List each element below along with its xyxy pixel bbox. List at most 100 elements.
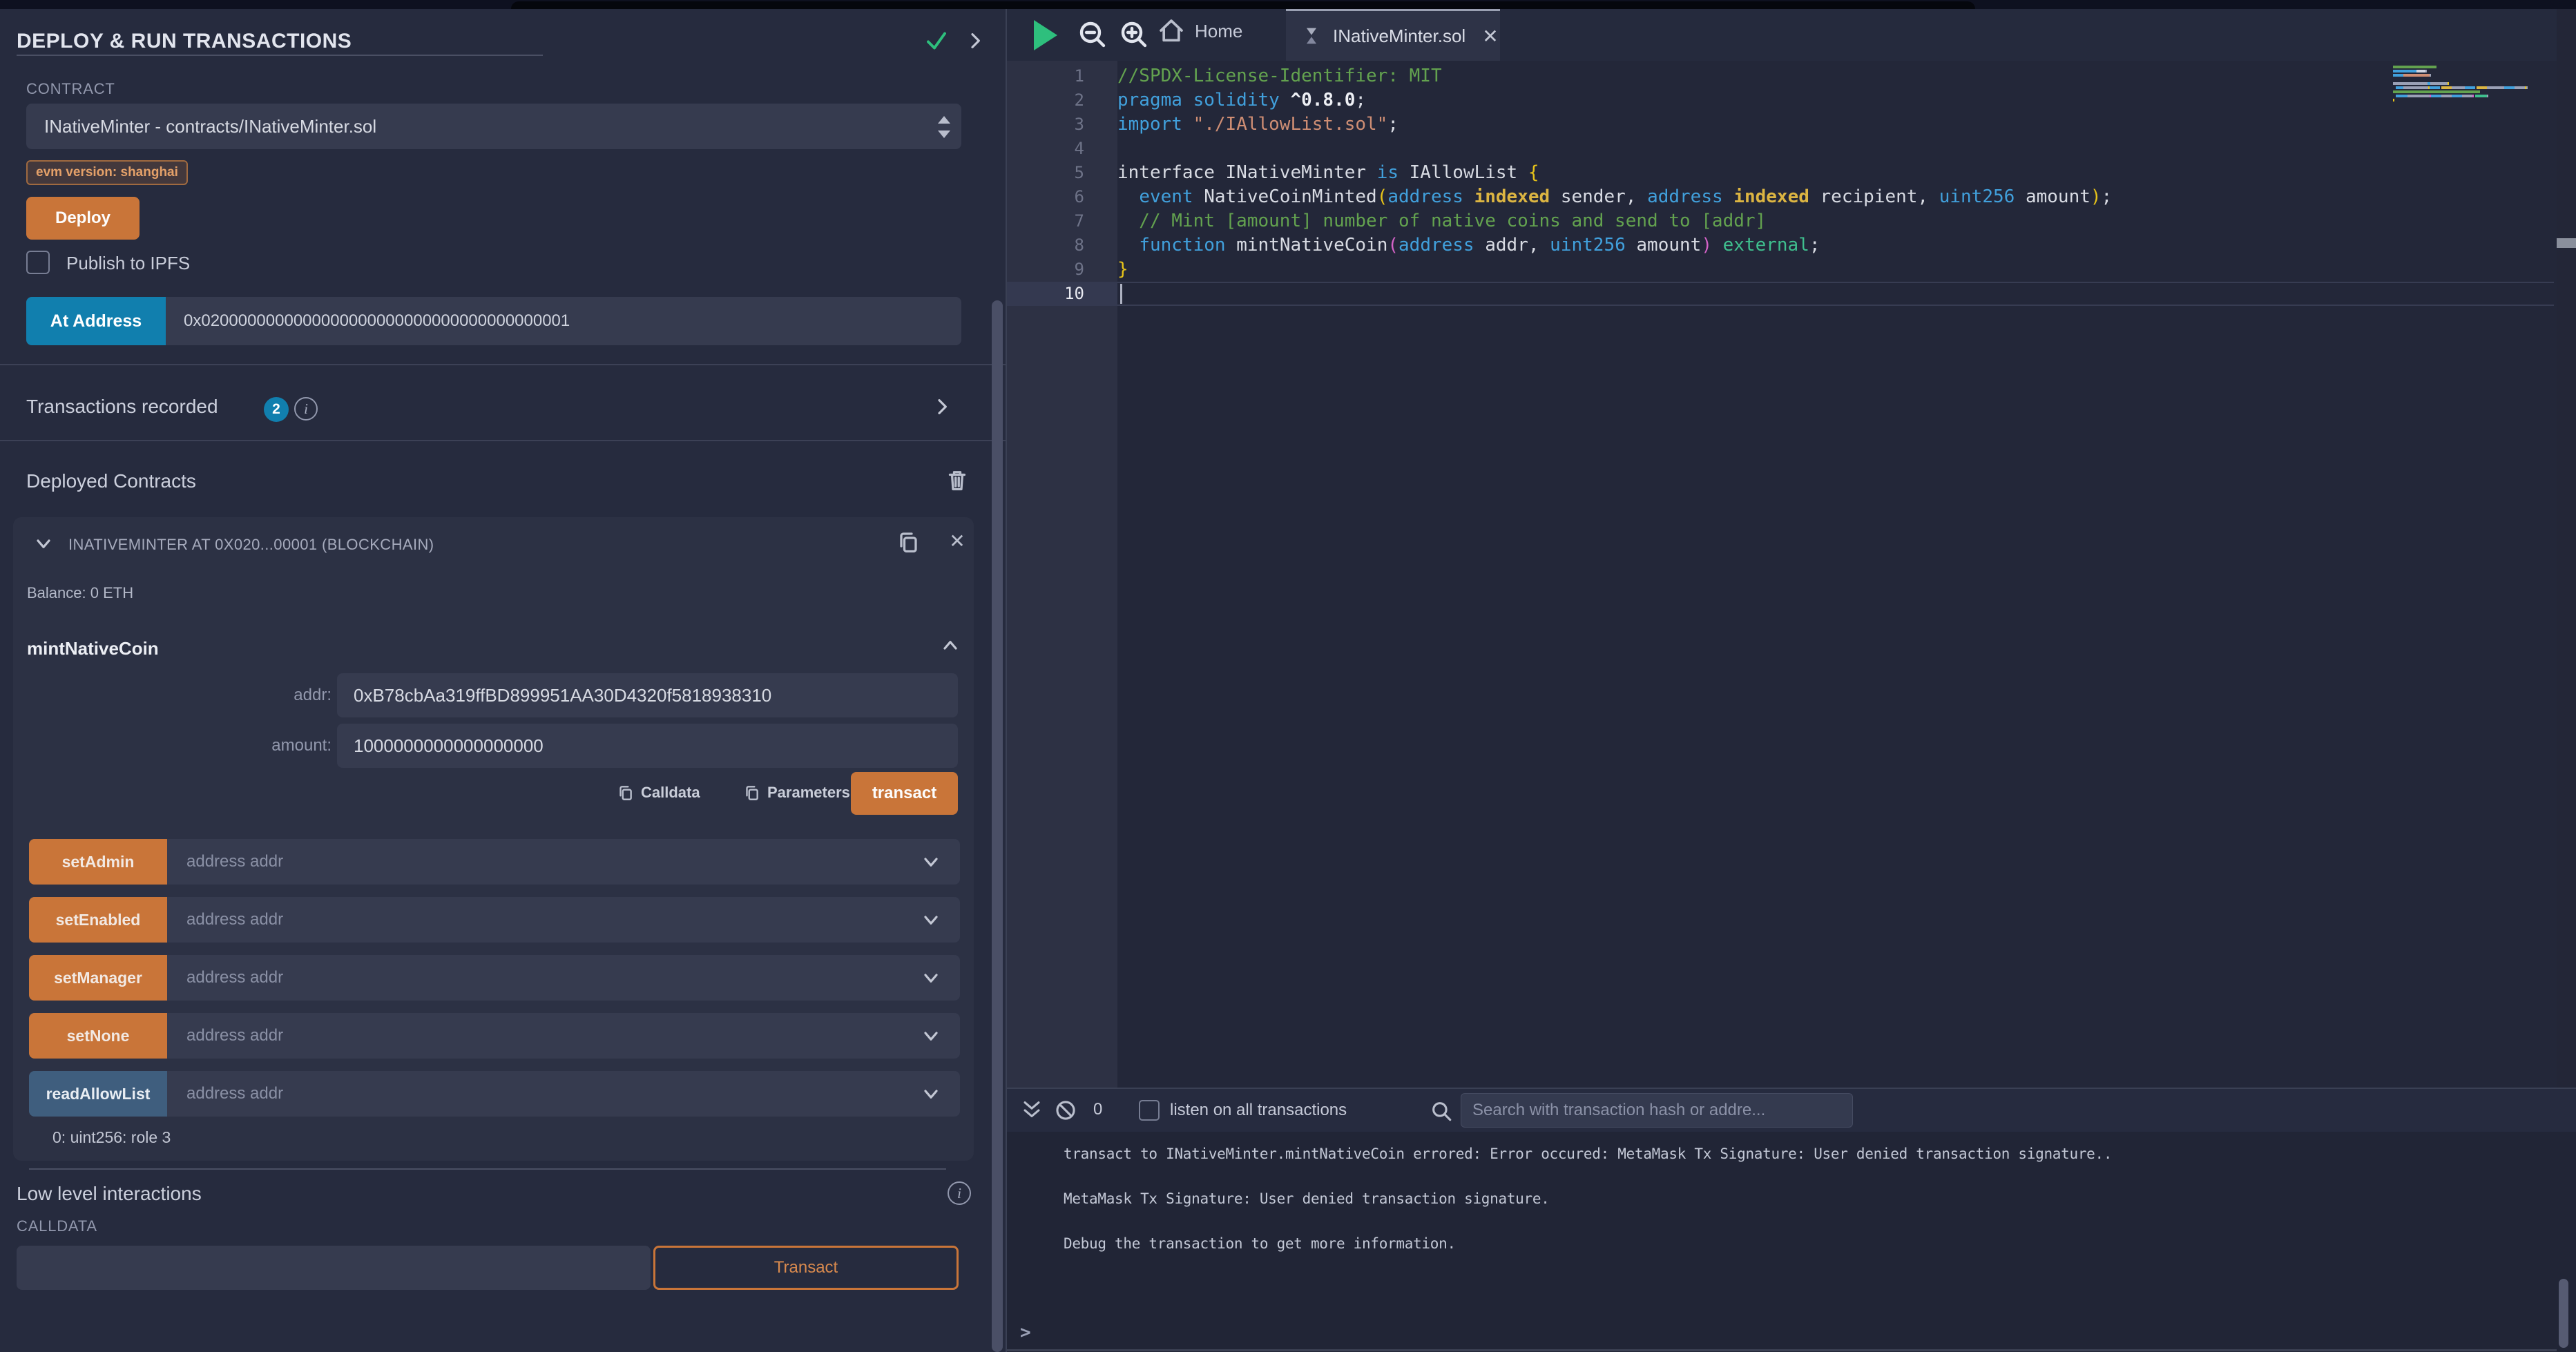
calldata-input[interactable] [17,1246,651,1290]
calldata-label: CALLDATA [17,1217,97,1235]
function-row: setNoneaddress addr [29,1013,960,1059]
code-line: } [1117,258,2393,282]
line-number: 1 [1007,64,1117,88]
at-address-button[interactable]: At Address [26,297,166,345]
window-top-strip [0,0,2576,9]
contract-label: CONTRACT [26,80,115,98]
info-icon[interactable]: i [294,397,318,421]
divider [0,364,1006,365]
at-address-input[interactable]: 0x02000000000000000000000000000000000000… [166,297,961,345]
chevron-down-icon[interactable] [32,532,55,554]
panel-pin-chevron-right-icon[interactable] [964,30,986,52]
function-arg-input[interactable]: address addr [167,1026,920,1045]
transact-button[interactable]: transact [851,772,958,815]
terminal-search-input[interactable] [1461,1093,1853,1128]
copy-icon [742,784,760,802]
function-row: setAdminaddress addr [29,839,960,885]
panel-scrollbar[interactable] [992,300,1003,1352]
terminal-log-line: MetaMask Tx Signature: User denied trans… [1007,1177,2526,1221]
copy-calldata-button[interactable]: Calldata [616,784,700,802]
home-tab-label: Home [1195,21,1242,42]
at-address-row: At Address 0x020000000000000000000000000… [26,297,961,345]
terminal-log-line: Debug the transaction to get more inform… [1007,1221,2526,1266]
low-level-transact-button[interactable]: Transact [653,1246,959,1290]
function-row: setEnabledaddress addr [29,897,960,943]
zoom-out-icon[interactable] [1076,18,1109,51]
amount-field-input[interactable]: 1000000000000000000 [337,724,958,768]
function-arg-input[interactable]: address addr [167,1084,920,1103]
terminal-collapse-icon[interactable] [1020,1099,1044,1122]
terminal: 0 listen on all transactions transact to… [1007,1088,2576,1352]
setNone-button[interactable]: setNone [29,1013,167,1059]
line-number: 6 [1007,185,1117,209]
terminal-bottom-scrollbar[interactable] [1007,1349,2557,1351]
tab-inativeminter[interactable]: INativeMinter.sol ✕ [1286,9,1500,61]
publish-ipfs-checkbox[interactable] [26,251,50,274]
select-arrows-icon [938,116,950,138]
deployed-contract-header[interactable]: INATIVEMINTER AT 0X020...00001 (BLOCKCHA… [68,536,434,554]
text-cursor [1120,284,1122,304]
editor-scrollbar-thumb[interactable] [2557,238,2576,248]
amount-field-label: amount: [249,736,331,755]
gutter: 12345678910 [1007,61,1117,1088]
contract-select-value: INativeMinter - contracts/INativeMinter.… [44,116,376,137]
line-number: 3 [1007,113,1117,137]
line-number: 2 [1007,88,1117,113]
setManager-button[interactable]: setManager [29,955,167,1001]
pending-tx-count: 0 [1093,1100,1102,1119]
terminal-log-line: transact to INativeMinter.mintNativeCoin… [1007,1132,2526,1177]
terminal-toolbar: 0 listen on all transactions [1007,1089,2576,1132]
minimap-code[interactable] [2393,66,2552,107]
addr-field-input[interactable]: 0xB78cbAa319ffBD899951AA30D4320f58189383… [337,673,958,717]
code-line: function mintNativeCoin(address addr, ui… [1117,233,2393,258]
editor-scrollbar-track[interactable] [2557,9,2576,1088]
setAdmin-button[interactable]: setAdmin [29,839,167,885]
chevron-down-icon[interactable] [920,1083,942,1105]
divider [29,1168,946,1170]
info-icon[interactable]: i [948,1181,971,1205]
line-number: 8 [1007,233,1117,258]
close-tab-icon[interactable]: ✕ [1482,25,1498,48]
zoom-in-icon[interactable] [1117,18,1151,51]
tab-home[interactable]: Home [1157,17,1242,45]
divider [0,440,1006,441]
listen-transactions-checkbox[interactable] [1139,1100,1160,1121]
terminal-scrollbar-thumb[interactable] [2559,1279,2568,1348]
clear-console-icon[interactable] [1054,1099,1077,1122]
transactions-count-badge: 2 [264,397,289,422]
terminal-prompt[interactable]: > [1020,1322,1031,1343]
function-arg-input[interactable]: address addr [167,910,920,929]
contract-select[interactable]: INativeMinter - contracts/INativeMinter.… [26,104,961,149]
function-list: setAdminaddress addrsetEnabledaddress ad… [29,839,960,1129]
home-icon [1157,17,1185,45]
active-tab-label: INativeMinter.sol [1333,26,1465,47]
deployed-contracts-title: Deployed Contracts [26,470,196,492]
copy-parameters-button[interactable]: Parameters [742,784,850,802]
deploy-run-panel: DEPLOY & RUN TRANSACTIONS CONTRACT INati… [0,9,1006,1352]
chevron-down-icon[interactable] [920,851,942,873]
chevron-up-icon[interactable] [939,635,961,657]
run-script-play-icon[interactable] [1034,20,1057,50]
code-lines[interactable]: //SPDX-License-Identifier: MITpragma sol… [1117,61,2393,306]
line-number: 10 [1007,282,1117,306]
function-arg-input[interactable]: address addr [167,968,920,987]
solidity-file-icon [1300,24,1323,48]
deploy-button[interactable]: Deploy [26,197,140,240]
copy-address-icon[interactable] [895,530,920,554]
function-arg-input[interactable]: address addr [167,852,920,871]
function-row: readAllowListaddress addr [29,1071,960,1117]
readAllowList-button[interactable]: readAllowList [29,1071,167,1117]
copy-icon [616,784,634,802]
listen-transactions-label: listen on all transactions [1170,1101,1347,1120]
code-editor: Home INativeMinter.sol ✕ 12345678910 //S… [1007,9,2576,1088]
trash-icon[interactable] [945,467,970,492]
chevron-down-icon[interactable] [920,967,942,989]
chevron-down-icon[interactable] [920,909,942,931]
transactions-expand-chevron-icon[interactable] [931,396,953,418]
code-line: //SPDX-License-Identifier: MIT [1117,64,2393,88]
chevron-down-icon[interactable] [920,1025,942,1047]
setEnabled-button[interactable]: setEnabled [29,897,167,943]
remove-contract-icon[interactable]: ✕ [947,531,968,552]
code-line: import "./IAllowList.sol"; [1117,113,2393,137]
code-line [1117,137,2393,161]
